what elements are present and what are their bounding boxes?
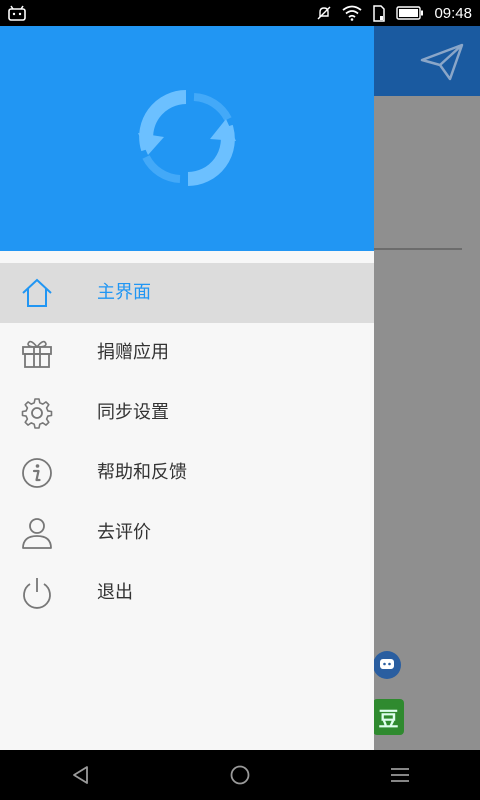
menu-item-label: 帮助和反馈	[97, 462, 187, 483]
menu-item-sync-settings[interactable]: 同步设置	[0, 383, 374, 443]
menu-item-home[interactable]: 主界面	[0, 263, 374, 323]
system-nav-bar	[0, 750, 480, 800]
sim-icon	[373, 4, 386, 22]
menu-item-label: 捐赠应用	[97, 342, 169, 363]
send-icon[interactable]	[418, 42, 466, 82]
menu-item-rate[interactable]: 去评价	[0, 503, 374, 563]
menu-item-help-feedback[interactable]: 帮助和反馈	[0, 443, 374, 503]
mute-icon	[317, 6, 331, 20]
home-icon	[22, 278, 52, 307]
background-input-underline	[374, 248, 462, 250]
drawer-menu: 主界面 捐赠应用 同步设置 帮助和反馈 去评价 退出	[0, 263, 374, 623]
back-icon[interactable]	[70, 765, 92, 785]
navigation-drawer: 主界面 捐赠应用 同步设置 帮助和反馈 去评价 退出	[0, 26, 374, 750]
chat-icon[interactable]	[373, 651, 401, 679]
green-badge[interactable]: 豆	[373, 699, 404, 735]
menu-item-exit[interactable]: 退出	[0, 563, 374, 623]
power-icon	[23, 578, 51, 609]
status-bar: 09:48	[0, 0, 480, 26]
drawer-header	[0, 26, 374, 251]
gift-icon	[22, 340, 52, 368]
status-time: 09:48	[434, 4, 472, 22]
home-circle-icon[interactable]	[229, 765, 251, 785]
menu-icon[interactable]	[389, 765, 411, 785]
menu-item-label: 退出	[97, 582, 133, 603]
battery-icon	[396, 6, 424, 20]
menu-item-label: 去评价	[97, 522, 151, 543]
menu-item-label: 同步设置	[97, 402, 169, 423]
menu-item-donate[interactable]: 捐赠应用	[0, 323, 374, 383]
info-icon	[22, 458, 52, 488]
android-icon	[8, 5, 26, 21]
sync-logo-icon	[138, 90, 236, 186]
user-icon	[22, 518, 52, 549]
wifi-icon	[342, 5, 363, 21]
menu-item-label: 主界面	[97, 282, 151, 303]
gear-icon	[21, 398, 53, 429]
